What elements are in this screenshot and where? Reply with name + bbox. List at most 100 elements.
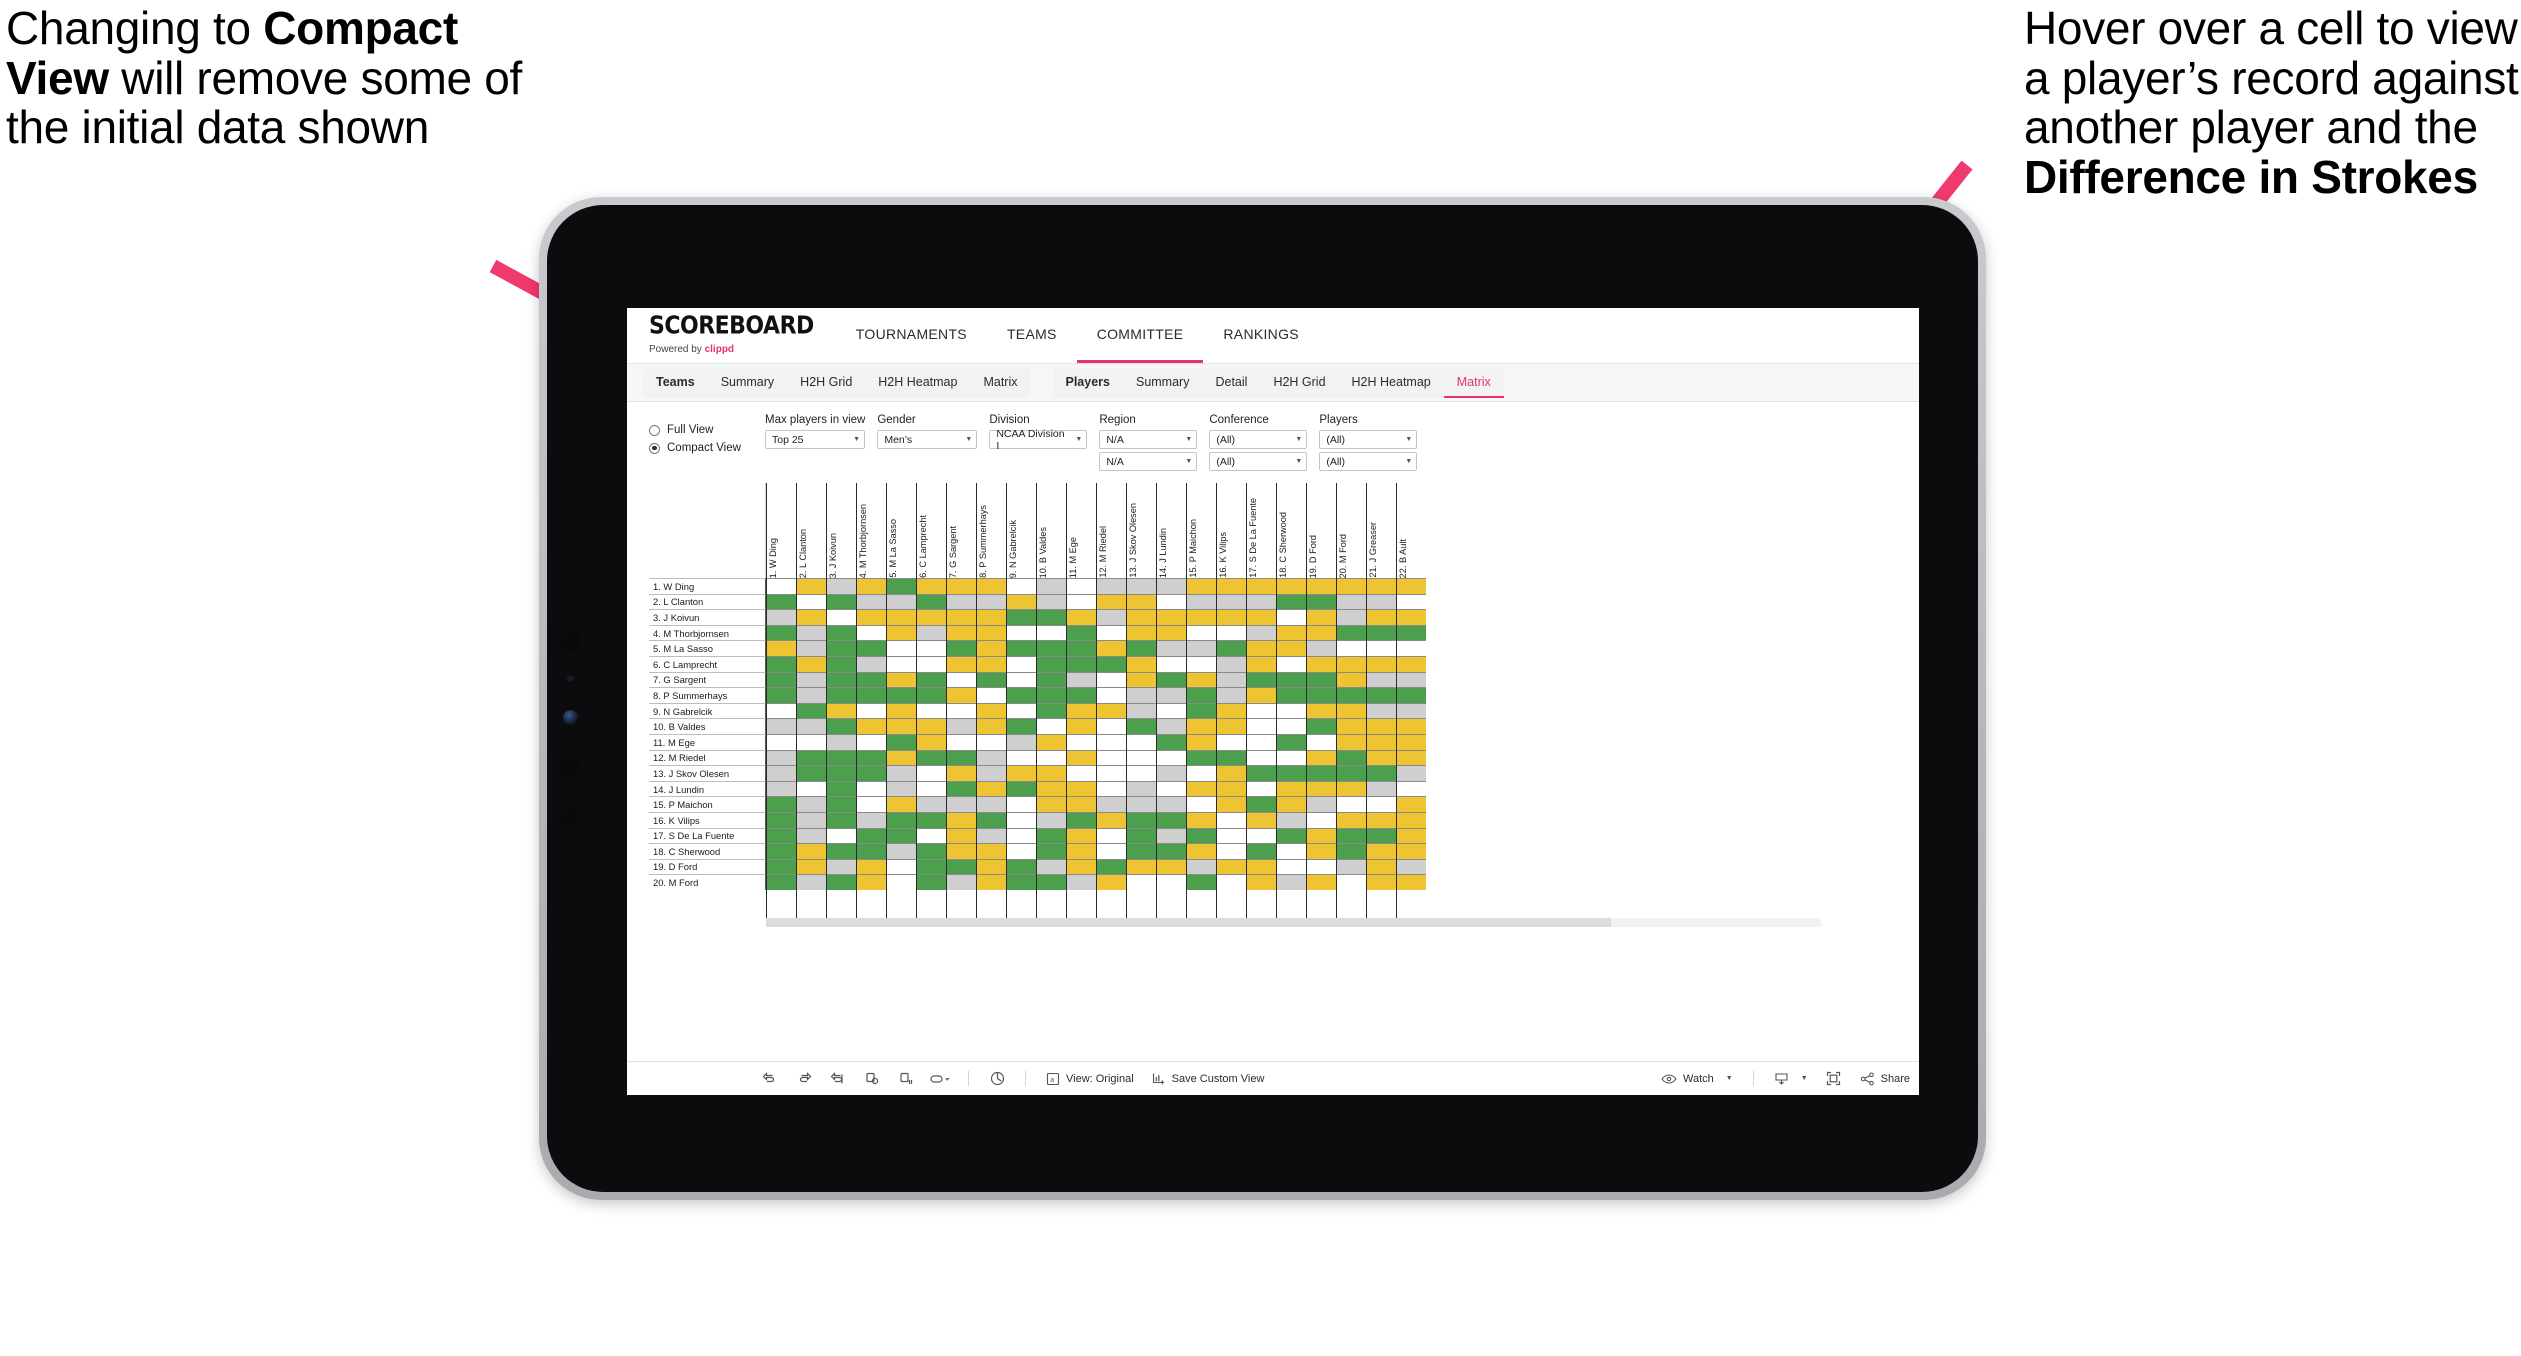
matrix-cell[interactable] (1367, 811, 1396, 828)
matrix-cell[interactable] (1037, 749, 1066, 766)
matrix-cell[interactable] (1247, 624, 1276, 641)
matrix-cell[interactable] (1037, 640, 1066, 656)
matrix-cell[interactable] (1187, 702, 1216, 719)
matrix-cell[interactable] (977, 671, 1006, 688)
download-button[interactable]: ▼ (1765, 1062, 1817, 1096)
matrix-cell[interactable] (1037, 765, 1066, 781)
brand-logo[interactable]: SCOREBOARD Powered by clippd (649, 308, 836, 363)
matrix-cell[interactable] (887, 733, 916, 750)
matrix-cell[interactable] (767, 811, 796, 828)
matrix-cell[interactable] (1187, 578, 1216, 594)
matrix-cell[interactable] (1187, 593, 1216, 610)
matrix-cell[interactable] (1337, 874, 1366, 890)
matrix-cell[interactable] (1337, 718, 1366, 734)
matrix-cell[interactable] (1157, 827, 1186, 844)
matrix-cell[interactable] (1037, 609, 1066, 625)
matrix-cell[interactable] (1127, 624, 1156, 641)
matrix-cell[interactable] (947, 702, 976, 719)
filter-select-max-players-in-view[interactable]: Top 25 ▼ (765, 430, 865, 449)
matrix-cell[interactable] (1277, 811, 1306, 828)
matrix-cell[interactable] (947, 749, 976, 766)
matrix-cell[interactable] (767, 765, 796, 781)
matrix-cell[interactable] (1037, 843, 1066, 859)
matrix-cell[interactable] (827, 671, 856, 688)
matrix-cell[interactable] (1007, 702, 1036, 719)
matrix-cell[interactable] (1367, 749, 1396, 766)
matrix-cell[interactable] (1277, 687, 1306, 703)
matrix-cell[interactable] (887, 765, 916, 781)
matrix-cell[interactable] (827, 718, 856, 734)
matrix-cell[interactable] (1127, 593, 1156, 610)
matrix-cell[interactable] (797, 671, 826, 688)
matrix-cell[interactable] (1247, 733, 1276, 750)
matrix-cell[interactable] (1277, 609, 1306, 625)
matrix-cell[interactable] (947, 578, 976, 594)
matrix-cell[interactable] (1247, 780, 1276, 797)
matrix-cell[interactable] (827, 765, 856, 781)
matrix-cell[interactable] (947, 796, 976, 812)
matrix-cell[interactable] (1307, 671, 1336, 688)
matrix-cell[interactable] (1007, 765, 1036, 781)
matrix-cell[interactable] (797, 702, 826, 719)
highlight-icon[interactable] (923, 1062, 957, 1096)
matrix-cell[interactable] (857, 796, 886, 812)
matrix-cell[interactable] (1367, 702, 1396, 719)
matrix-cell[interactable] (797, 858, 826, 875)
matrix-cell[interactable] (977, 843, 1006, 859)
matrix-cell[interactable] (1187, 843, 1216, 859)
matrix-cell[interactable] (767, 858, 796, 875)
matrix-cell[interactable] (1247, 827, 1276, 844)
matrix-cell[interactable] (1217, 671, 1246, 688)
matrix-cell[interactable] (1037, 718, 1066, 734)
matrix-cell[interactable] (1217, 749, 1246, 766)
matrix-cell[interactable] (1007, 609, 1036, 625)
matrix-cell[interactable] (1157, 858, 1186, 875)
matrix-cell[interactable] (767, 733, 796, 750)
matrix-cell[interactable] (887, 749, 916, 766)
matrix-horizontal-scrollbar[interactable] (766, 917, 1821, 927)
matrix-cell[interactable] (1037, 593, 1066, 610)
matrix-cell[interactable] (767, 796, 796, 812)
matrix-cell[interactable] (977, 874, 1006, 890)
subtab-teams-h2h-heatmap[interactable]: H2H Heatmap (865, 368, 970, 398)
subtab-players-players[interactable]: Players (1053, 368, 1123, 398)
undo-icon[interactable] (753, 1062, 787, 1096)
scrollbar-thumb[interactable] (766, 917, 1611, 927)
matrix-cell[interactable] (947, 811, 976, 828)
matrix-cell[interactable] (1007, 655, 1036, 672)
matrix-cell[interactable] (1217, 624, 1246, 641)
matrix-cell[interactable] (917, 593, 946, 610)
matrix-cell[interactable] (797, 593, 826, 610)
matrix-cell[interactable] (1007, 733, 1036, 750)
matrix-cell[interactable] (887, 780, 916, 797)
matrix-cell[interactable] (1397, 624, 1426, 641)
share-button[interactable]: Share (1851, 1062, 1919, 1096)
matrix-cell[interactable] (1097, 578, 1126, 594)
radio-compact-view[interactable]: Compact View (649, 442, 765, 454)
matrix-cell[interactable] (1337, 780, 1366, 797)
filter-select-division[interactable]: NCAA Division I ▼ (989, 428, 1088, 452)
matrix-cell[interactable] (1307, 874, 1336, 890)
matrix-cell[interactable] (947, 858, 976, 875)
matrix-cell[interactable] (1337, 733, 1366, 750)
matrix-cell[interactable] (1187, 858, 1216, 875)
matrix-cell[interactable] (827, 593, 856, 610)
matrix-cell[interactable] (887, 811, 916, 828)
matrix-cell[interactable] (827, 702, 856, 719)
matrix-cell[interactable] (1397, 702, 1426, 719)
filter-select-region-2[interactable]: N/A ▼ (1099, 452, 1198, 471)
matrix-cell[interactable] (917, 749, 946, 766)
matrix-cell[interactable] (917, 827, 946, 844)
matrix-cell[interactable] (857, 702, 886, 719)
matrix-cell[interactable] (1157, 578, 1186, 594)
matrix-cell[interactable] (1277, 624, 1306, 641)
matrix-cell[interactable] (767, 874, 796, 890)
matrix-cell[interactable] (1337, 765, 1366, 781)
matrix-cell[interactable] (767, 671, 796, 688)
matrix-cell[interactable] (1307, 578, 1336, 594)
matrix-cell[interactable] (887, 796, 916, 812)
subtab-teams-teams[interactable]: Teams (643, 368, 708, 398)
matrix-cell[interactable] (1127, 687, 1156, 703)
matrix-cell[interactable] (1037, 874, 1066, 890)
matrix-cell[interactable] (1397, 749, 1426, 766)
